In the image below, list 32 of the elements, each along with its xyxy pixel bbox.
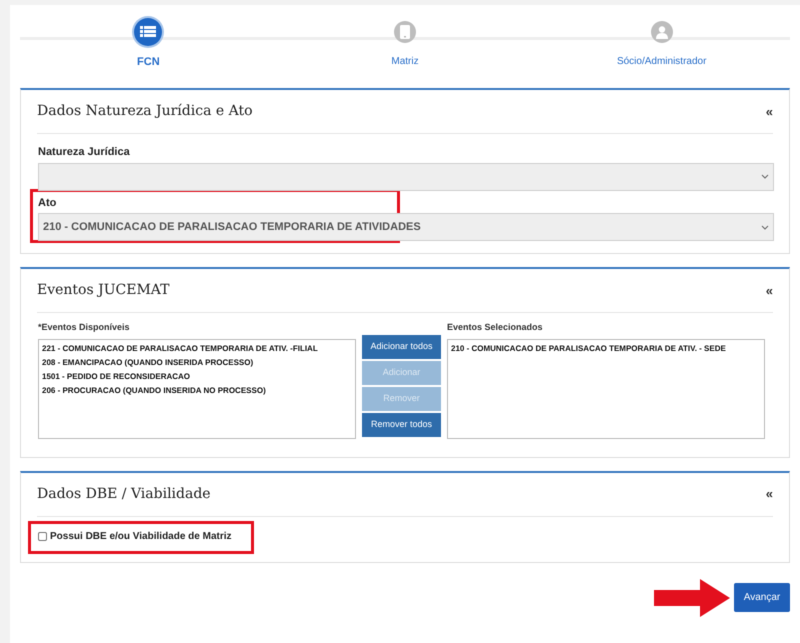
step-label[interactable]: Sócio/Administrador	[616, 54, 706, 69]
field-label: Ato	[38, 196, 58, 210]
select-field[interactable]: 210 - COMUNICACAO DE PARALISACAO TEMPORARIA DE ATIVIDADES	[38, 213, 774, 241]
move-button[interactable]: Remover todos	[362, 413, 441, 437]
panel-title: Eventos JUCEMAT	[37, 281, 170, 300]
step-label[interactable]: FCN	[137, 54, 160, 70]
panel-title: Dados Natureza Jurídica e Ato	[37, 102, 253, 121]
panel-title: Dados DBE / Viabilidade	[37, 484, 211, 504]
list-option[interactable]: 221 - COMUNICACAO DE PARALISACAO TEMPORARIA DE ATIV. -FILIAL	[42, 342, 352, 356]
collapse-button[interactable]: «	[766, 102, 773, 122]
chevron-down-icon	[761, 174, 769, 179]
next-button[interactable]: Avançar	[734, 583, 790, 612]
list-label: Eventos Selecionados	[447, 321, 544, 334]
chevron-down-icon	[761, 224, 769, 230]
list-label: *Eventos Disponíveis	[38, 321, 131, 334]
tablet-icon	[400, 25, 410, 39]
checkbox[interactable]	[38, 532, 47, 540]
collapse-button[interactable]: «	[766, 280, 773, 300]
field-label: Natureza Jurídica	[38, 145, 131, 160]
available-events-list[interactable]: 221 - COMUNICACAO DE PARALISACAO TEMPORARIA DE ATIV. -FILIAL 208 - EMANCIPACAO (QUANDO INSERIDA PROCESSO) 1501 - PEDIDO DE RECONSIDERACAO 206 - PROCURACAO (QUANDO INSERIDA NO PROCESSO)	[38, 338, 356, 438]
user-icon	[656, 26, 668, 38]
list-icon	[140, 25, 156, 39]
move-button[interactable]: Adicionar todos	[362, 335, 441, 359]
collapse-button[interactable]: «	[766, 484, 773, 504]
select-field[interactable]	[38, 162, 774, 190]
checkbox-label: Possui DBE e/ou Viabilidade de Matriz	[50, 530, 232, 544]
list-option[interactable]: 208 - EMANCIPACAO (QUANDO INSERIDA PROCESSO)	[42, 356, 352, 370]
list-option[interactable]: 1501 - PEDIDO DE RECONSIDERACAO	[42, 370, 352, 384]
list-option[interactable]: 206 - PROCURACAO (QUANDO INSERIDA NO PROCESSO)	[42, 384, 352, 398]
step-label[interactable]: Matriz	[391, 54, 419, 69]
list-option[interactable]: 210 - COMUNICACAO DE PARALISACAO TEMPORARIA DE ATIV. - SEDE	[451, 342, 761, 356]
selected-events-list[interactable]: 210 - COMUNICACAO DE PARALISACAO TEMPORARIA DE ATIV. - SEDE	[447, 338, 765, 438]
